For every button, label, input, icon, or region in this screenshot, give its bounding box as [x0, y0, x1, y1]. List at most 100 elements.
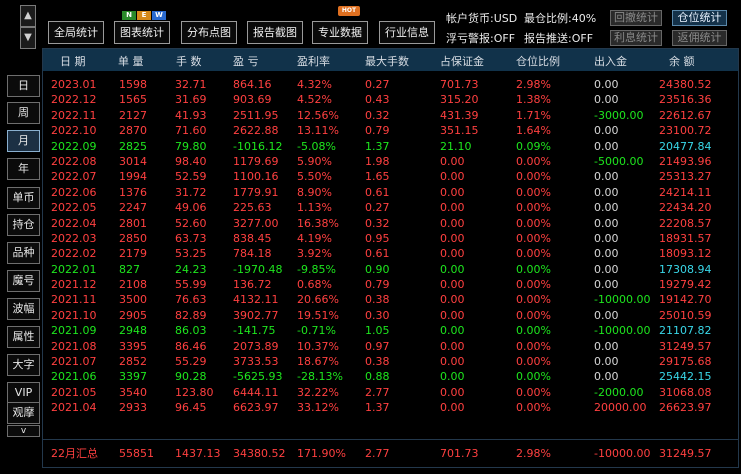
table-row[interactable]: 2022.09 2825 79.80 -1016.12 -5.08% 1.37 21.10 0…: [43, 139, 738, 154]
summary-margin: 701.73: [440, 447, 479, 460]
more-arrow-icon[interactable]: v: [7, 425, 40, 437]
cell-flow: 0.00: [594, 201, 619, 215]
pro-data-button[interactable]: 专业数据: [312, 21, 368, 44]
scroll-up-icon[interactable]: ▲: [20, 5, 36, 27]
table-row[interactable]: 2021.06 3397 90.28 -5625.93 -28.13% 0.88 0.00 0…: [43, 369, 738, 384]
cell-pnl: 2622.88: [233, 124, 279, 138]
cell-flow: -5000.00: [594, 154, 644, 168]
industry-info-button[interactable]: 行业信息: [379, 21, 435, 44]
table-row[interactable]: 2022.10 2870 71.60 2622.88 13.11% 0.79 351.15 1…: [43, 123, 738, 138]
period-year-button[interactable]: 年: [7, 158, 40, 180]
cell-pnl: 903.69: [233, 93, 272, 107]
table-row[interactable]: 2021.04 2933 96.45 6623.97 33.12% 1.37 0.00 0.0…: [43, 400, 738, 415]
cell-margin: 0.00: [440, 170, 465, 184]
cell-max-lots: 1.37: [365, 139, 390, 153]
cell-position-ratio: 1.64%: [516, 124, 551, 138]
cell-rate: 4.19%: [297, 231, 332, 245]
scroll-down-icon[interactable]: ▼: [20, 27, 36, 49]
cell-rate: 18.67%: [297, 355, 339, 369]
table-row[interactable]: 2022.05 2247 49.06 225.63 1.13% 0.27 0.00 0.00%…: [43, 200, 738, 215]
table-row[interactable]: 2021.09 2948 86.03 -141.75 -0.71% 1.05 0.00 0.0…: [43, 323, 738, 338]
cell-position-ratio: 0.00%: [516, 154, 551, 168]
period-week-button[interactable]: 周: [7, 102, 40, 124]
cell-date: 2021.10: [51, 308, 97, 322]
cell-margin: 0.00: [440, 370, 465, 384]
cell-balance: 17308.94: [659, 262, 712, 276]
magic-number-button[interactable]: 魔号: [7, 270, 40, 292]
cell-pnl: 3902.77: [233, 308, 279, 322]
cell-lots: 49.06: [175, 201, 207, 215]
global-stats-button[interactable]: 全局统计: [48, 21, 104, 44]
cell-orders: 2905: [119, 308, 147, 322]
table-row[interactable]: 2021.10 2905 82.89 3902.77 19.51% 0.30 0.00 0.0…: [43, 308, 738, 323]
account-currency-label: 帐户货币:USD: [446, 12, 518, 25]
table-row[interactable]: 2022.12 1565 31.69 903.69 4.52% 0.43 315.20 1.3…: [43, 92, 738, 107]
cell-margin: 351.15: [440, 124, 479, 138]
cell-pnl: 4132.11: [233, 293, 279, 307]
cell-flow: 0.00: [594, 308, 619, 322]
period-day-button[interactable]: 日: [7, 75, 40, 97]
table-row[interactable]: 2023.01 1598 32.71 864.16 4.32% 0.27 701.73 2.9…: [43, 77, 738, 92]
table-row[interactable]: 2022.03 2850 63.73 838.45 4.19% 0.95 0.00 0.00%…: [43, 231, 738, 246]
table-row[interactable]: 2022.01 827 24.23 -1970.48 -9.85% 0.90 0.00 0.0…: [43, 262, 738, 277]
interest-stats-button[interactable]: 利息统计: [610, 30, 662, 46]
holdings-button[interactable]: 持仓: [7, 214, 40, 236]
cell-lots: 55.29: [175, 355, 207, 369]
cell-pnl: 6444.11: [233, 385, 279, 399]
observe-button[interactable]: 观摩: [7, 402, 40, 424]
cell-balance: 20477.84: [659, 139, 712, 153]
attributes-button[interactable]: 属性: [7, 326, 40, 348]
rebate-stats-button[interactable]: 返佣统计: [672, 30, 727, 46]
table-row[interactable]: 2022.11 2127 41.93 2511.95 12.56% 0.32 431.39 1…: [43, 108, 738, 123]
table-row[interactable]: 2021.12 2108 55.99 136.72 0.68% 0.79 0.00 0.00%…: [43, 277, 738, 292]
large-font-button[interactable]: 大字: [7, 354, 40, 376]
cell-orders: 1565: [119, 93, 147, 107]
table-row[interactable]: 2022.02 2179 53.25 784.18 3.92% 0.61 0.00 0.00%…: [43, 246, 738, 261]
position-stats-button[interactable]: 仓位统计: [672, 10, 727, 26]
cell-lots: 24.23: [175, 262, 207, 276]
cell-lots: 31.72: [175, 185, 207, 199]
cell-balance: 25313.27: [659, 170, 712, 184]
table-row[interactable]: 2022.06 1376 31.72 1779.91 8.90% 0.61 0.00 0.00…: [43, 185, 738, 200]
hot-badge: HOT: [338, 6, 360, 16]
chart-stats-button[interactable]: 图表统计: [114, 21, 170, 44]
table-row[interactable]: 2022.08 3014 98.40 1179.69 5.90% 1.98 0.00 0.00…: [43, 154, 738, 169]
cell-max-lots: 0.90: [365, 262, 390, 276]
table-header: 日 期 单 量 手 数 盈 亏 盈利率 最大手数 占保证金 仓位比例 出入金 余…: [43, 49, 738, 71]
cell-flow: 0.00: [594, 78, 619, 91]
cell-orders: 3395: [119, 339, 147, 353]
period-month-button[interactable]: 月: [7, 130, 40, 152]
cell-position-ratio: 0.00%: [516, 370, 551, 384]
table-row[interactable]: 2022.07 1994 52.59 1100.16 5.50% 1.65 0.00 0.00…: [43, 169, 738, 184]
cell-position-ratio: 2.98%: [516, 78, 551, 91]
report-screenshot-button[interactable]: 报告截图: [247, 21, 303, 44]
distribution-plot-button[interactable]: 分布点图: [181, 21, 237, 44]
cell-max-lots: 0.27: [365, 78, 390, 91]
symbol-button[interactable]: 品种: [7, 242, 40, 264]
cell-position-ratio: 0.00%: [516, 231, 551, 245]
volatility-button[interactable]: 波幅: [7, 298, 40, 320]
cell-orders: 2850: [119, 231, 147, 245]
summary-balance: 31249.57: [659, 447, 712, 460]
cell-balance: 22208.57: [659, 216, 712, 230]
vip-button[interactable]: VIP: [7, 382, 40, 404]
cell-margin: 701.73: [440, 78, 479, 91]
table-row[interactable]: 2021.07 2852 55.29 3733.53 18.67% 0.38 0.00 0.0…: [43, 354, 738, 369]
cell-lots: 86.46: [175, 339, 207, 353]
cell-pnl: -5625.93: [233, 370, 283, 384]
cell-position-ratio: 0.00%: [516, 185, 551, 199]
cell-orders: 2825: [119, 139, 147, 153]
cell-flow: 0.00: [594, 231, 619, 245]
table-row[interactable]: 2021.05 3540 123.80 6444.11 32.22% 2.77 0.00 0.…: [43, 385, 738, 400]
cell-date: 2022.10: [51, 124, 97, 138]
drawdown-stats-button[interactable]: 回撤统计: [610, 10, 662, 26]
table-row[interactable]: 2021.08 3395 86.46 2073.89 10.37% 0.97 0.00 0.0…: [43, 339, 738, 354]
table-row[interactable]: 2021.11 3500 76.63 4132.11 20.66% 0.38 0.00 0.0…: [43, 292, 738, 307]
cell-date: 2023.01: [51, 78, 97, 91]
cell-max-lots: 0.88: [365, 370, 390, 384]
cell-balance: 31068.08: [659, 385, 712, 399]
single-currency-button[interactable]: 单币: [7, 187, 40, 209]
table-row[interactable]: 2022.04 2801 52.60 3277.00 16.38% 0.32 0.00 0.0…: [43, 216, 738, 231]
table-body: 2023.01 1598 32.71 864.16 4.32% 0.27 701.73 2.9…: [43, 77, 738, 416]
cell-date: 2022.05: [51, 201, 97, 215]
